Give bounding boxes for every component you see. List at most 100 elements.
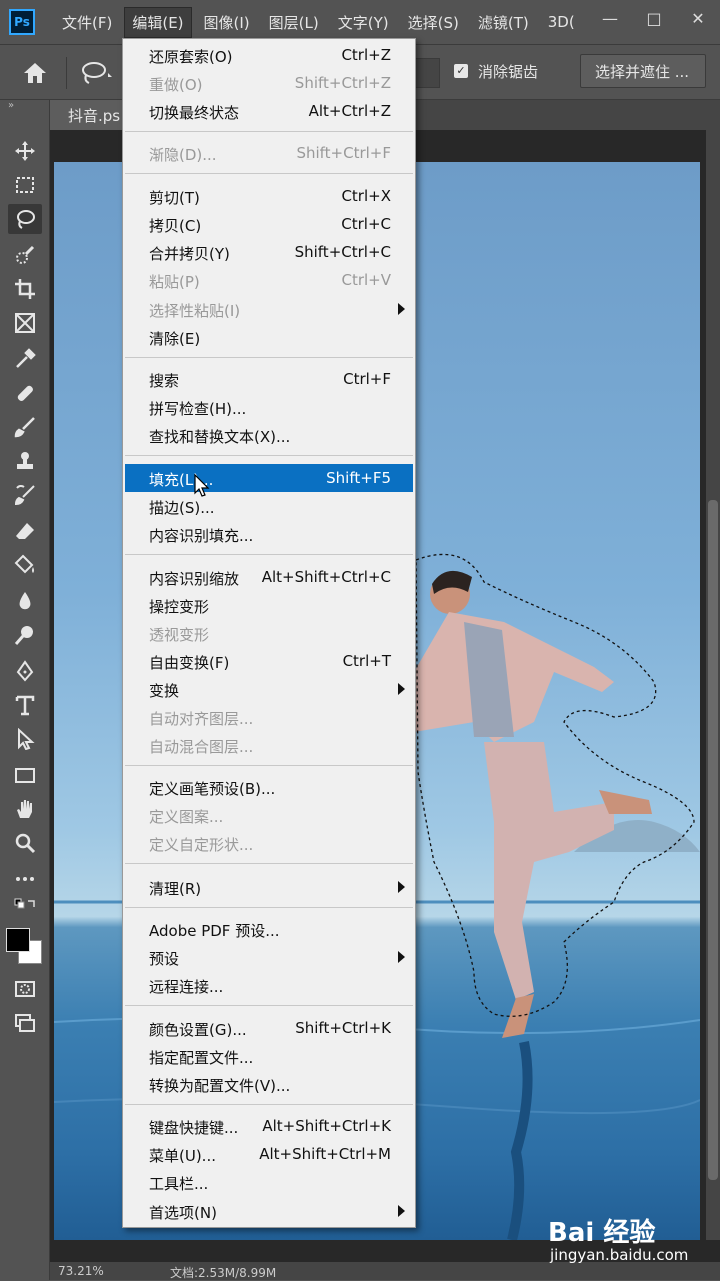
move-tool[interactable] [8,136,42,166]
menu-item-define-brush-preset[interactable]: 定义画笔预设(B)... [125,773,413,801]
menu-item-stroke[interactable]: 描边(S)... [125,492,413,520]
menu-item-content-aware-fill[interactable]: 内容识别填充... [125,520,413,548]
crop-icon [15,279,35,299]
quick-selection-tool[interactable] [8,240,42,270]
menu-item-presets[interactable]: 预设 [125,943,413,971]
menu-item-auto-align-layers: 自动对齐图层... [149,710,254,728]
vertical-scrollbar[interactable] [706,130,720,1240]
mouse-cursor-icon [194,474,210,497]
paint-bucket-tool[interactable] [8,550,42,580]
menu-item-check-spelling[interactable]: 拼写检查(H)... [125,393,413,421]
menu-edit[interactable]: 编辑(E) [124,6,192,38]
menu-item-perspective-warp: 透视变形 [149,626,210,644]
lasso-tool-preset-icon[interactable] [80,59,116,87]
home-icon[interactable] [22,61,48,85]
menu-item-find-replace-text[interactable]: 查找和替换文本(X)... [125,421,413,449]
menu-image[interactable]: 图像(I) [197,8,257,37]
scrollbar-thumb[interactable] [708,500,718,1180]
menu-type[interactable]: 文字(Y) [331,8,396,37]
menu-item-puppet-warp[interactable]: 操控变形 [125,591,413,619]
submenu-arrow-icon [398,683,405,695]
collapse-icon[interactable]: » [8,100,14,111]
menu-item-menus[interactable]: 菜单(U)... Alt+Shift+Ctrl+M [125,1140,413,1168]
rectangle-tool[interactable] [8,760,42,790]
menu-3d[interactable]: 3D( [541,9,582,35]
menu-separator [125,131,413,132]
history-brush-tool[interactable] [8,480,42,510]
document-size: 文档:2.53M/8.99M [170,1266,277,1280]
lasso-tool[interactable] [8,204,42,234]
menu-item-preferences[interactable]: 首选项(N) [125,1197,413,1225]
antialias-checkbox[interactable]: ✓ [454,64,468,78]
baidu-watermark: Bai 经验 jingyan.baidu.com [548,1212,718,1272]
menu-item-keyboard-shortcuts[interactable]: 键盘快捷键... Alt+Shift+Ctrl+K [125,1112,413,1140]
magnifier-icon [15,833,36,854]
feather-input[interactable] [412,58,440,88]
menu-item-undo-lasso[interactable]: 还原套索(O) Ctrl+Z [125,41,413,69]
eraser-icon [16,523,34,539]
menu-file[interactable]: 文件(F) [55,8,119,37]
menu-select[interactable]: 选择(S) [401,8,466,37]
menu-item-copy-merged[interactable]: 合并拷贝(Y) Shift+Ctrl+C [125,238,413,266]
drop-icon [19,592,31,610]
clone-stamp-tool[interactable] [8,446,42,476]
menu-item-define-custom-shape: 定义自定形状... [149,836,254,854]
menu-separator [125,765,413,766]
pen-icon [16,660,34,682]
menu-item-toolbar[interactable]: 工具栏... [125,1168,413,1196]
paint-bucket-icon [14,554,34,574]
type-tool[interactable] [8,690,42,720]
foreground-color-swatch[interactable] [6,928,30,952]
hand-tool[interactable] [8,794,42,824]
frame-tool[interactable] [8,308,42,338]
screen-mode[interactable] [8,1008,42,1038]
zoom-level[interactable]: 73.21% [58,1264,104,1278]
menu-item-content-aware-scale[interactable]: 内容识别缩放 Alt+Shift+Ctrl+C [125,563,413,591]
swap-colors-control[interactable] [8,896,42,916]
menu-filter[interactable]: 滤镜(T) [471,8,536,37]
minimize-button[interactable]: — [588,9,632,28]
submenu-arrow-icon [398,951,405,963]
menu-item-toggle-last-state[interactable]: 切换最终状态 Alt+Ctrl+Z [125,97,413,125]
antialias-label: 消除锯齿 [478,63,539,81]
crop-tool[interactable] [8,274,42,304]
healing-brush-tool[interactable] [8,378,42,408]
document-tab[interactable]: 抖音.ps [50,100,124,130]
menu-item-fill[interactable]: 填充(L)... Shift+F5 [125,464,413,492]
menu-item-cut[interactable]: 剪切(T) Ctrl+X [125,182,413,210]
edit-menu-dropdown: 还原套索(O) Ctrl+Z 重做(O) Shift+Ctrl+Z 切换最终状态 Al… [122,38,416,1228]
menu-item-convert-to-profile[interactable]: 转换为配置文件(V)... [125,1070,413,1098]
zoom-tool[interactable] [8,828,42,858]
menu-item-clear[interactable]: 清除(E) [125,323,413,351]
menu-item-purge[interactable]: 清理(R) [125,873,413,901]
menu-item-copy[interactable]: 拷贝(C) Ctrl+C [125,210,413,238]
pen-tool[interactable] [8,656,42,686]
marquee-tool[interactable] [8,170,42,200]
tools-panel: » [0,100,50,1280]
quick-mask-mode[interactable] [8,974,42,1004]
eraser-tool[interactable] [8,516,42,546]
menu-item-transform[interactable]: 变换 [125,675,413,703]
path-selection-tool[interactable] [8,724,42,754]
close-button[interactable]: ✕ [676,9,720,28]
default-colors-icon [14,898,35,909]
menu-item-remote-connections[interactable]: 远程连接... [125,971,413,999]
submenu-arrow-icon [398,303,405,315]
photoshop-logo: Ps [9,9,35,35]
menu-separator [125,863,413,864]
eyedropper-tool[interactable] [8,344,42,374]
menu-item-adobe-pdf-presets[interactable]: Adobe PDF 预设... [125,915,413,943]
dodge-tool[interactable] [8,620,42,650]
window-controls: — □ ✕ [588,0,720,36]
menu-item-assign-profile[interactable]: 指定配置文件... [125,1042,413,1070]
brush-tool[interactable] [8,412,42,442]
menu-item-color-settings[interactable]: 颜色设置(G)... Shift+Ctrl+K [125,1014,413,1042]
menu-item-search[interactable]: 搜索 Ctrl+F [125,365,413,393]
menu-layer[interactable]: 图层(L) [262,8,326,37]
menu-item-free-transform[interactable]: 自由变换(F) Ctrl+T [125,647,413,675]
menu-item-define-pattern: 定义图案... [149,808,224,826]
more-tools[interactable] [8,864,42,894]
maximize-button[interactable]: □ [632,9,676,28]
blur-tool[interactable] [8,586,42,616]
select-and-mask-button[interactable]: 选择并遮住 ... [580,54,706,88]
